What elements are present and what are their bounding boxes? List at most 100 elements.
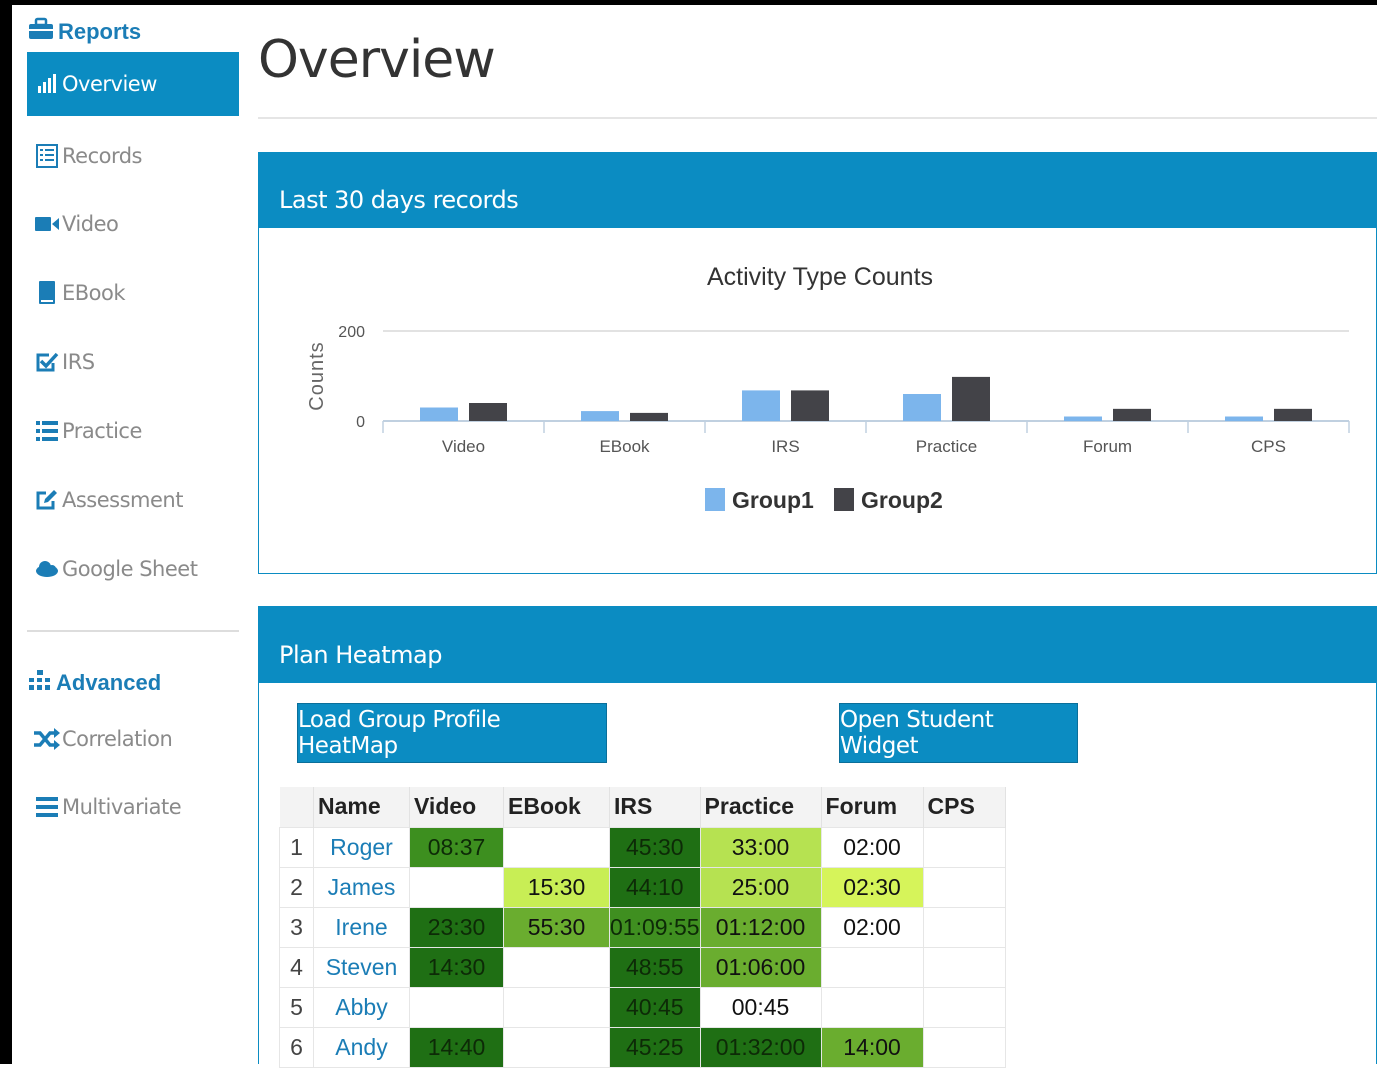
heatmap-header-row: Name Video EBook IRS Practice Forum CPS bbox=[279, 787, 1006, 827]
student-name-link[interactable]: Abby bbox=[313, 986, 410, 1028]
table-row: 2 James 15:30 44:10 25:00 02:30 bbox=[279, 866, 1006, 908]
chart-x-tick-label: EBook bbox=[599, 437, 650, 456]
shuffle-icon bbox=[32, 728, 62, 750]
chart-bar-group2-irs[interactable] bbox=[791, 390, 829, 421]
legend-label-group1[interactable]: Group1 bbox=[732, 487, 814, 513]
activity-chart: Activity Type Counts Counts 0 200 Video EB… bbox=[287, 249, 1363, 567]
sidebar-item-label: Correlation bbox=[62, 727, 173, 751]
sidebar-item-label: Records bbox=[62, 144, 143, 168]
chart-y-axis-label: Counts bbox=[306, 341, 328, 410]
table-row: 4 Steven 14:30 48:55 01:06:00 bbox=[279, 946, 1006, 988]
heatmap-cell: 08:37 bbox=[409, 826, 504, 868]
check-square-icon bbox=[32, 350, 62, 374]
heatmap-cell bbox=[503, 946, 610, 988]
chart-x-labels: Video EBook IRS Practice Forum CPS bbox=[442, 437, 1286, 456]
sidebar-item-label: Video bbox=[62, 212, 119, 236]
chart-bar-group1-forum[interactable] bbox=[1064, 416, 1102, 422]
heatmap-cell bbox=[409, 986, 504, 1028]
heatmap-cell bbox=[922, 946, 1006, 988]
heatmap-cell bbox=[820, 986, 924, 1028]
chart-bar-group1-video[interactable] bbox=[420, 407, 458, 422]
column-header-video[interactable]: Video bbox=[409, 787, 504, 827]
heatmap-cell bbox=[922, 986, 1006, 1028]
chart-bar-group2-practice[interactable] bbox=[952, 376, 990, 421]
student-name-link[interactable]: Andy bbox=[313, 1026, 410, 1068]
legend-label-group2[interactable]: Group2 bbox=[861, 487, 943, 513]
sidebar-item-assessment[interactable]: Assessment bbox=[27, 478, 239, 522]
chart-x-tick-label: Forum bbox=[1083, 437, 1132, 456]
sidebar-item-video[interactable]: Video bbox=[27, 202, 239, 246]
sidebar-item-multivariate[interactable]: Multivariate bbox=[27, 785, 239, 829]
chart-bar-group2-cps[interactable] bbox=[1274, 408, 1312, 421]
chart-x-tick-label: Video bbox=[442, 437, 485, 456]
sidebar-item-records[interactable]: Records bbox=[27, 134, 239, 178]
column-header-ebook[interactable]: EBook bbox=[503, 787, 610, 827]
column-header-practice[interactable]: Practice bbox=[700, 787, 822, 827]
list-alt-icon bbox=[32, 144, 62, 168]
sidebar-item-label: IRS bbox=[62, 350, 95, 374]
sidebar-item-ebook[interactable]: EBook bbox=[27, 271, 239, 315]
row-index: 3 bbox=[279, 906, 314, 948]
heatmap-cell: 01:32:00 bbox=[699, 1026, 822, 1068]
video-camera-icon bbox=[32, 215, 62, 233]
chart-bars bbox=[420, 376, 1312, 422]
table-row: 1 Roger 08:37 45:30 33:00 02:00 bbox=[279, 826, 1006, 868]
student-name-link[interactable]: Roger bbox=[313, 826, 410, 868]
sidebar-item-label: Practice bbox=[62, 419, 142, 443]
load-group-heatmap-button[interactable]: Load Group Profile HeatMap bbox=[297, 703, 607, 763]
heatmap-cell bbox=[922, 1026, 1006, 1068]
book-icon bbox=[32, 280, 62, 306]
heatmap-cell: 23:30 bbox=[409, 906, 504, 948]
sidebar-item-label: Assessment bbox=[62, 488, 183, 512]
column-header-name[interactable]: Name bbox=[313, 787, 410, 827]
legend-swatch-group1[interactable] bbox=[705, 488, 725, 511]
sidebar-divider bbox=[27, 630, 239, 632]
sidebar-item-google-sheet[interactable]: Google Sheet bbox=[27, 547, 239, 591]
sidebar-item-practice[interactable]: Practice bbox=[27, 409, 239, 453]
heatmap-cell: 00:45 bbox=[699, 986, 822, 1028]
student-name-link[interactable]: Steven bbox=[313, 946, 410, 988]
chart-legend[interactable]: Group1 Group2 bbox=[705, 487, 943, 513]
records-panel-header: Last 30 days records bbox=[259, 153, 1376, 228]
advanced-label: Advanced bbox=[56, 670, 162, 695]
heatmap-body: 1 Roger 08:37 45:30 33:00 02:00 2 James 15:30 44:… bbox=[279, 826, 1006, 1068]
sidebar-item-irs[interactable]: IRS bbox=[27, 340, 239, 384]
heatmap-cell: 48:55 bbox=[609, 946, 701, 988]
sidebar-item-label: EBook bbox=[62, 281, 126, 305]
reports-section-header: Reports bbox=[28, 17, 141, 47]
frame-border-left bbox=[0, 0, 12, 1064]
sidebar-item-label: Google Sheet bbox=[62, 557, 198, 581]
cloud-icon bbox=[32, 560, 62, 578]
sidebar-item-overview[interactable]: Overview bbox=[27, 52, 239, 116]
chart-bar-group1-ebook[interactable] bbox=[581, 411, 619, 421]
column-header-forum[interactable]: Forum bbox=[821, 787, 924, 827]
chart-bar-group2-forum[interactable] bbox=[1113, 408, 1151, 421]
heatmap-cell: 01:06:00 bbox=[699, 946, 822, 988]
chart-bar-group1-practice[interactable] bbox=[903, 394, 941, 421]
row-index: 4 bbox=[279, 946, 314, 988]
open-student-widget-button[interactable]: Open Student Widget bbox=[839, 703, 1078, 763]
chart-bar-group2-ebook[interactable] bbox=[630, 412, 668, 421]
sidebar-item-label: Overview bbox=[62, 72, 157, 96]
student-name-link[interactable]: Irene bbox=[313, 906, 410, 948]
chart-x-tick-label: CPS bbox=[1251, 437, 1286, 456]
student-name-link[interactable]: James bbox=[313, 866, 410, 908]
chart-bar-group1-irs[interactable] bbox=[742, 390, 780, 421]
column-header-cps[interactable]: CPS bbox=[923, 787, 1006, 827]
sidebar: Reports Overview Records Video EBook IRS… bbox=[12, 5, 252, 1064]
heatmap-cell: 25:00 bbox=[699, 866, 822, 908]
row-index: 1 bbox=[279, 826, 314, 868]
heatmap-cell bbox=[922, 826, 1006, 868]
legend-swatch-group2[interactable] bbox=[834, 488, 854, 511]
chart-bar-group2-video[interactable] bbox=[469, 403, 507, 421]
table-row: 6 Andy 14:40 45:25 01:32:00 14:00 bbox=[279, 1026, 1006, 1068]
column-header-irs[interactable]: IRS bbox=[609, 787, 701, 827]
heatmap-cell: 45:30 bbox=[609, 826, 701, 868]
heatmap-cell: 40:45 bbox=[609, 986, 701, 1028]
heatmap-cell: 14:30 bbox=[409, 946, 504, 988]
sidebar-item-correlation[interactable]: Correlation bbox=[27, 717, 239, 761]
index-column-header bbox=[279, 787, 314, 827]
heatmap-panel-header: Plan Heatmap bbox=[259, 607, 1376, 683]
chart-bar-group1-cps[interactable] bbox=[1225, 416, 1263, 422]
bars-icon bbox=[32, 796, 62, 818]
